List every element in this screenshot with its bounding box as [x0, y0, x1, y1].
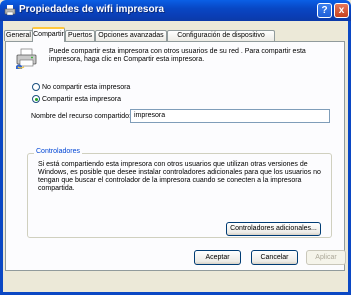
close-button[interactable]: x: [334, 3, 349, 18]
shared-printer-icon: [16, 48, 37, 69]
apply-button[interactable]: Aplicar: [306, 250, 346, 265]
tab-compartir[interactable]: Compartir: [32, 27, 65, 42]
title-bar: Propiedades de wifi impresora: [0, 0, 351, 21]
drivers-description: Si está compartiendo esta impresora con …: [38, 161, 321, 192]
intro-text: Puede compartir esta impresora con otros…: [49, 48, 306, 63]
share-radio[interactable]: [32, 95, 40, 103]
tab-opciones-avanzadas[interactable]: Opciones avanzadas: [95, 30, 167, 41]
tab-puertos[interactable]: Puertos: [65, 30, 95, 41]
printer-icon: [4, 5, 16, 16]
share-name-label: Nombre del recurso compartido:: [31, 113, 131, 120]
cancel-button[interactable]: Cancelar: [251, 250, 298, 265]
no-share-label: No compartir esta impresora: [42, 84, 131, 91]
drivers-legend: Controladores: [34, 148, 82, 155]
no-share-radio[interactable]: [32, 83, 40, 91]
additional-drivers-button[interactable]: Controladores adicionales...: [226, 222, 321, 236]
tab-configuracion-dispositivo[interactable]: Configuración de dispositivo: [167, 30, 275, 41]
tab-general[interactable]: General: [4, 30, 33, 41]
share-label: Compartir esta impresora: [42, 96, 121, 103]
help-button[interactable]: ?: [317, 3, 332, 18]
ok-button[interactable]: Aceptar: [194, 250, 241, 265]
window-title: Propiedades de wifi impresora: [19, 4, 165, 15]
share-name-input[interactable]: impresora: [130, 109, 330, 123]
window-frame-left: [0, 21, 3, 295]
